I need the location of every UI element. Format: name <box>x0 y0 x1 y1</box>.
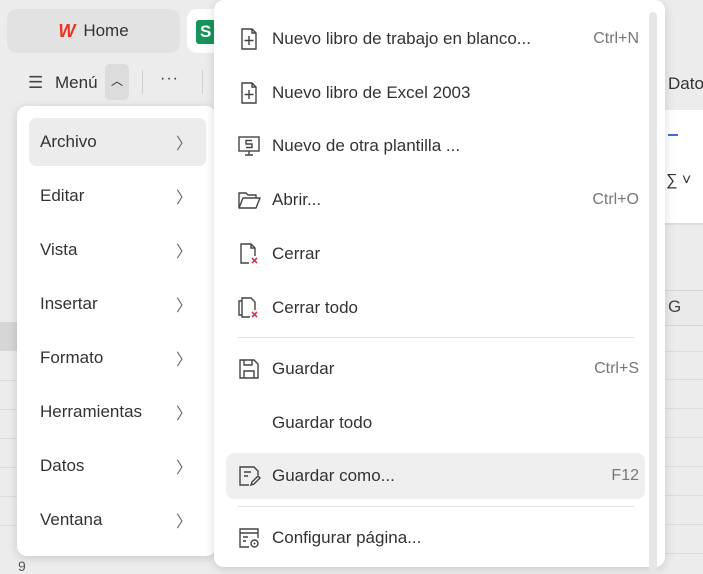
menu-item-label: Cerrar <box>272 244 321 263</box>
menu-item-label: Cerrar todo <box>272 298 358 317</box>
template-icon <box>238 136 260 156</box>
divider <box>238 337 634 338</box>
menu-item-label: Insertar <box>40 294 98 313</box>
menu-item-label: Datos <box>40 456 85 475</box>
chevron-up-icon[interactable]: ︿ <box>105 64 129 100</box>
menu-item-guardar[interactable]: Guardar Ctrl+S <box>226 346 645 392</box>
folder-open-icon <box>238 192 261 209</box>
ribbon: ∑ ˅ <box>664 110 703 225</box>
chevron-right-icon: 〉 <box>175 514 192 531</box>
menu-item-label: Vista <box>40 240 78 259</box>
shortcut: Ctrl+O <box>592 191 639 208</box>
tab-home-label: Home <box>83 21 129 40</box>
column-header-g[interactable]: G <box>664 290 703 326</box>
menu-item-datos[interactable]: Datos 〉 <box>29 442 206 490</box>
toolbar: ☰ Menú ︿ ··· <box>0 64 220 100</box>
file-submenu: Nuevo libro de trabajo en blanco... Ctrl… <box>214 0 665 572</box>
new-file-icon <box>241 28 257 50</box>
gridline <box>664 524 703 525</box>
menu-item-ventana[interactable]: Ventana 〉 <box>29 496 206 544</box>
ribbon-tab-datos[interactable]: Dato <box>668 74 703 94</box>
menu-item-configurar-pagina[interactable]: Configurar página... <box>226 515 645 561</box>
gridline <box>664 553 703 554</box>
menu-item-label: Herramientas <box>40 402 143 421</box>
menu-item-label: Editar <box>40 186 85 205</box>
menu-item-cerrar-todo[interactable]: Cerrar todo <box>226 285 645 331</box>
menu-item-label: Archivo <box>40 132 97 151</box>
sum-icon[interactable]: ∑ ˅ <box>666 172 691 190</box>
chevron-right-icon: 〉 <box>175 190 192 207</box>
menu-item-label: Ventana <box>40 510 103 529</box>
menu-button[interactable]: Menú <box>55 73 98 93</box>
divider <box>142 70 143 94</box>
menu-item-label: Formato <box>40 348 104 367</box>
chevron-right-icon: 〉 <box>175 406 192 423</box>
shortcut: F12 <box>611 467 639 484</box>
shortcut: Ctrl+N <box>593 30 639 47</box>
menu-item-archivo[interactable]: Archivo 〉 <box>29 118 206 166</box>
shortcut: Ctrl+S <box>594 360 639 377</box>
menu-item-formato[interactable]: Formato 〉 <box>29 334 206 382</box>
menu-item-label: Guardar <box>272 359 335 378</box>
menu-item-insertar[interactable]: Insertar 〉 <box>29 280 206 328</box>
wps-logo-icon: W <box>58 20 76 41</box>
page-setup-icon <box>239 528 259 548</box>
more-button[interactable]: ··· <box>160 70 179 88</box>
chevron-right-icon: 〉 <box>175 244 192 261</box>
chevron-right-icon: 〉 <box>175 136 192 153</box>
menu-item-label: Abrir... <box>272 190 322 209</box>
main-menu: Archivo 〉 Editar 〉 Vista 〉 Insertar 〉 Format… <box>17 106 216 556</box>
scrollbar[interactable] <box>649 12 657 572</box>
chevron-right-icon: 〉 <box>175 352 192 369</box>
menu-item-herramientas[interactable]: Herramientas 〉 <box>29 388 206 436</box>
menu-item-label: Configurar página... <box>272 528 422 547</box>
save-as-icon <box>239 466 261 487</box>
gridline <box>664 408 703 409</box>
menu-item-new-excel-2003[interactable]: Nuevo libro de Excel 2003 <box>226 70 645 116</box>
menu-item-label: Guardar como... <box>272 466 395 485</box>
divider <box>202 70 203 94</box>
chevron-right-icon: 〉 <box>175 298 192 315</box>
gridline <box>664 351 703 352</box>
ribbon-accent <box>668 134 678 136</box>
menu-item-new-blank[interactable]: Nuevo libro de trabajo en blanco... Ctrl… <box>226 16 645 62</box>
chevron-right-icon: 〉 <box>175 460 192 477</box>
divider <box>238 506 634 507</box>
menu-item-cerrar[interactable]: Cerrar <box>226 231 645 277</box>
menu-item-editar[interactable]: Editar 〉 <box>29 172 206 220</box>
menu-item-vista[interactable]: Vista 〉 <box>29 226 206 274</box>
menu-item-label: Nuevo libro de trabajo en blanco... <box>272 29 531 48</box>
menu-item-guardar-todo[interactable]: Guardar todo <box>226 400 645 446</box>
menu-item-guardar-como[interactable]: Guardar como... F12 <box>226 453 645 499</box>
gridline <box>664 495 703 496</box>
gridline <box>664 466 703 467</box>
tab-home[interactable]: W Home <box>7 9 180 53</box>
menu-item-label: Nuevo de otra plantilla ... <box>272 136 461 155</box>
menu-item-label: Guardar todo <box>272 413 373 432</box>
close-all-icon <box>238 297 258 318</box>
menu-item-new-template[interactable]: Nuevo de otra plantilla ... <box>226 123 645 169</box>
row-number: 9 <box>18 558 26 574</box>
gridline <box>664 379 703 380</box>
new-file-icon <box>241 82 257 104</box>
close-file-icon <box>240 243 258 264</box>
menu-item-abrir[interactable]: Abrir... Ctrl+O <box>226 177 645 223</box>
menu-item-label: Nuevo libro de Excel 2003 <box>272 83 471 102</box>
save-icon <box>239 359 259 379</box>
hamburger-icon: ☰ <box>28 73 44 92</box>
gridline <box>664 437 703 438</box>
